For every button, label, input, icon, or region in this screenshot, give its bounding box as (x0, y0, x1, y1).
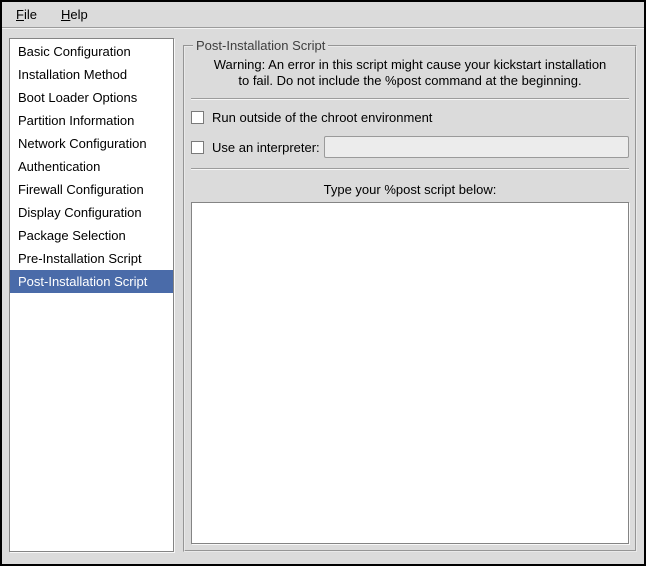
sidebar-item[interactable]: Pre-Installation Script (10, 247, 173, 270)
sidebar-section-list[interactable]: Basic Configuration Installation Method … (9, 38, 174, 552)
sidebar-item[interactable]: Boot Loader Options (10, 86, 173, 109)
sidebar-item[interactable]: Basic Configuration (10, 40, 173, 63)
sidebar-item[interactable]: Installation Method (10, 63, 173, 86)
warning-text: Warning: An error in this script might c… (191, 57, 629, 89)
separator (191, 98, 629, 100)
menubar: File Help (2, 2, 644, 27)
main-content: Basic Configuration Installation Method … (2, 29, 644, 564)
menu-item[interactable]: File (10, 3, 43, 26)
chroot-row: Run outside of the chroot environment (191, 110, 629, 125)
sidebar-item[interactable]: Authentication (10, 155, 173, 178)
separator (191, 168, 629, 170)
sidebar-item[interactable]: Network Configuration (10, 132, 173, 155)
run-outside-chroot-checkbox[interactable] (191, 111, 204, 124)
warning-line-1: Warning: An error in this script might c… (191, 57, 629, 73)
kickstart-configurator-window: File Help Basic Configuration Installati… (0, 0, 646, 566)
sidebar-item[interactable]: Firewall Configuration (10, 178, 173, 201)
chroot-checkbox-label: Run outside of the chroot environment (212, 110, 432, 125)
sidebar-item[interactable]: Package Selection (10, 224, 173, 247)
post-install-frame: Post-Installation Script Warning: An err… (183, 38, 637, 552)
interpreter-row: Use an interpreter: (191, 136, 629, 158)
frame-title: Post-Installation Script (193, 38, 328, 53)
sidebar-item[interactable]: Partition Information (10, 109, 173, 132)
warning-line-2: to fail. Do not include the %post comman… (191, 73, 629, 89)
script-area-label: Type your %post script below: (191, 182, 629, 197)
menu-item[interactable]: Help (55, 3, 94, 26)
post-script-textarea[interactable] (191, 202, 629, 544)
sidebar-item[interactable]: Display Configuration (10, 201, 173, 224)
use-interpreter-checkbox[interactable] (191, 141, 204, 154)
interpreter-checkbox-label: Use an interpreter: (212, 140, 320, 155)
interpreter-entry[interactable] (324, 136, 629, 158)
sidebar-item[interactable]: Post-Installation Script (10, 270, 173, 293)
